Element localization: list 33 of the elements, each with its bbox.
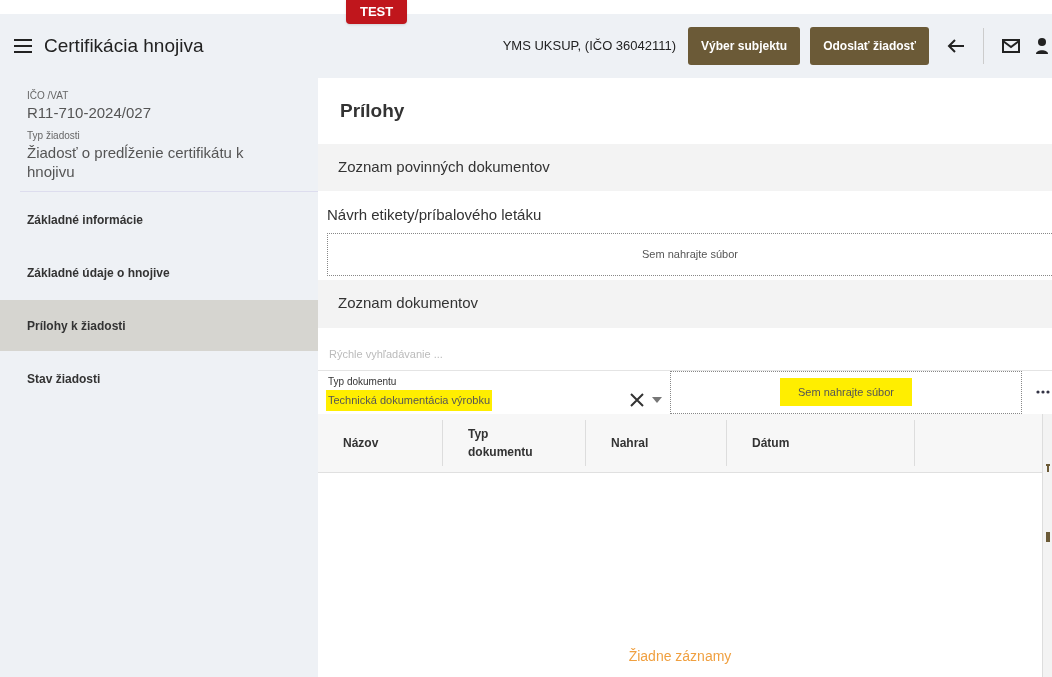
info-label: Typ žiadosti <box>27 129 81 143</box>
sidebar-item[interactable]: Prílohy k žiadosti <box>0 300 318 351</box>
upload-dropzone[interactable]: Sem nahrajte súbor <box>670 370 1022 414</box>
section-header: Zoznam povinných dokumentov <box>318 144 1052 191</box>
column-header[interactable]: Nahral <box>611 433 691 452</box>
sidebar-item[interactable]: Základné údaje o hnojive <box>0 247 318 298</box>
section-header: Zoznam dokumentov <box>318 279 1052 328</box>
page-title: Prílohy <box>339 98 406 123</box>
clear-icon[interactable] <box>630 392 644 407</box>
upload-dropzone[interactable]: Sem nahrajte súbor <box>327 232 1052 276</box>
column-header[interactable]: Typ dokumentu <box>468 424 548 461</box>
info-value: Žiadosť o predĺženie certifikátu k hnojivu <box>27 143 245 181</box>
column-header[interactable]: Názov <box>343 433 423 452</box>
search-field[interactable]: Rýchle vyhľadávanie ... <box>318 337 1052 370</box>
header-button[interactable]: Odoslať žiadosť <box>810 27 929 65</box>
header-button[interactable]: Výber subjektu <box>688 27 801 65</box>
user-icon[interactable] <box>1036 38 1048 54</box>
menu-icon[interactable] <box>14 39 32 53</box>
back-arrow-icon[interactable] <box>947 38 965 54</box>
document-name: Návrh etikety/príbalového letáku <box>326 205 543 225</box>
app-title: Certifikácia hnojiva <box>44 33 204 58</box>
mail-icon[interactable] <box>1002 39 1020 53</box>
sidebar-item[interactable]: Stav žiadosti <box>0 353 318 404</box>
empty-message: Žiadne záznamy <box>628 647 732 666</box>
dropdown-caret-icon[interactable] <box>652 396 662 403</box>
subject-label: YMS UKSUP, (IČO 36042111) <box>502 37 677 56</box>
column-header[interactable]: Dátum <box>752 433 832 452</box>
document-type-select[interactable]: Typ dokumentu Technická dokumentácia výrobku <box>318 370 670 414</box>
environment-badge: TEST <box>346 0 408 24</box>
info-label: IČO /VAT <box>27 88 70 103</box>
sidebar-item[interactable]: Základné informácie <box>0 194 318 245</box>
more-icon[interactable] <box>1036 390 1050 394</box>
info-value: R11-710-2024/027 <box>27 103 152 122</box>
